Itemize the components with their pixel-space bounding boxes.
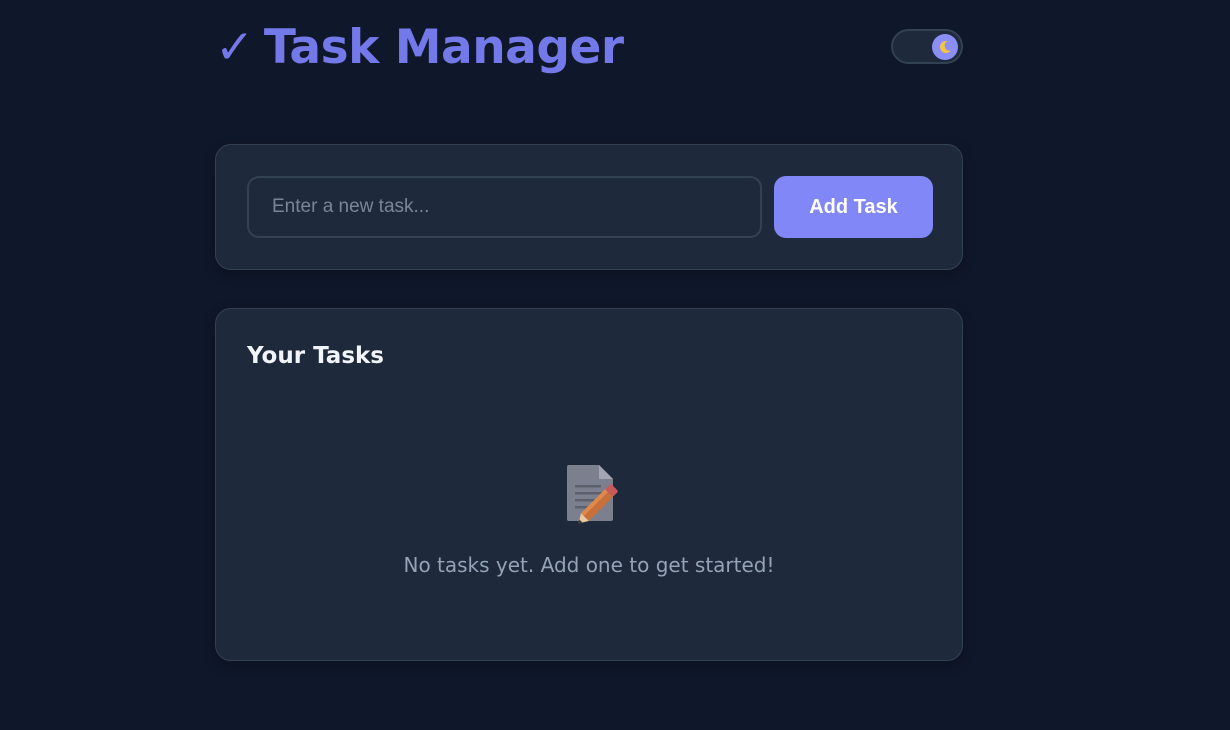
empty-state-message: No tasks yet. Add one to get started! bbox=[403, 553, 775, 577]
add-task-button[interactable]: Add Task bbox=[774, 176, 933, 238]
page-title: ✓ Task Manager bbox=[215, 18, 624, 78]
moon-icon bbox=[939, 41, 951, 54]
checkmark-icon: ✓ bbox=[215, 20, 254, 75]
task-list-card: Your Tasks No tasks yet. Add one to get … bbox=[215, 308, 963, 661]
memo-icon bbox=[567, 465, 618, 524]
tasks-heading: Your Tasks bbox=[247, 343, 384, 369]
new-task-card: Add Task bbox=[215, 144, 963, 270]
app-header: ✓ Task Manager bbox=[215, 0, 963, 110]
theme-toggle[interactable] bbox=[891, 29, 963, 64]
toggle-knob bbox=[932, 34, 958, 60]
app-container: ✓Task Manager Add Task Your Tasks bbox=[215, 0, 963, 661]
page-title-text: Task Manager bbox=[263, 20, 624, 75]
new-task-input[interactable] bbox=[247, 176, 762, 238]
